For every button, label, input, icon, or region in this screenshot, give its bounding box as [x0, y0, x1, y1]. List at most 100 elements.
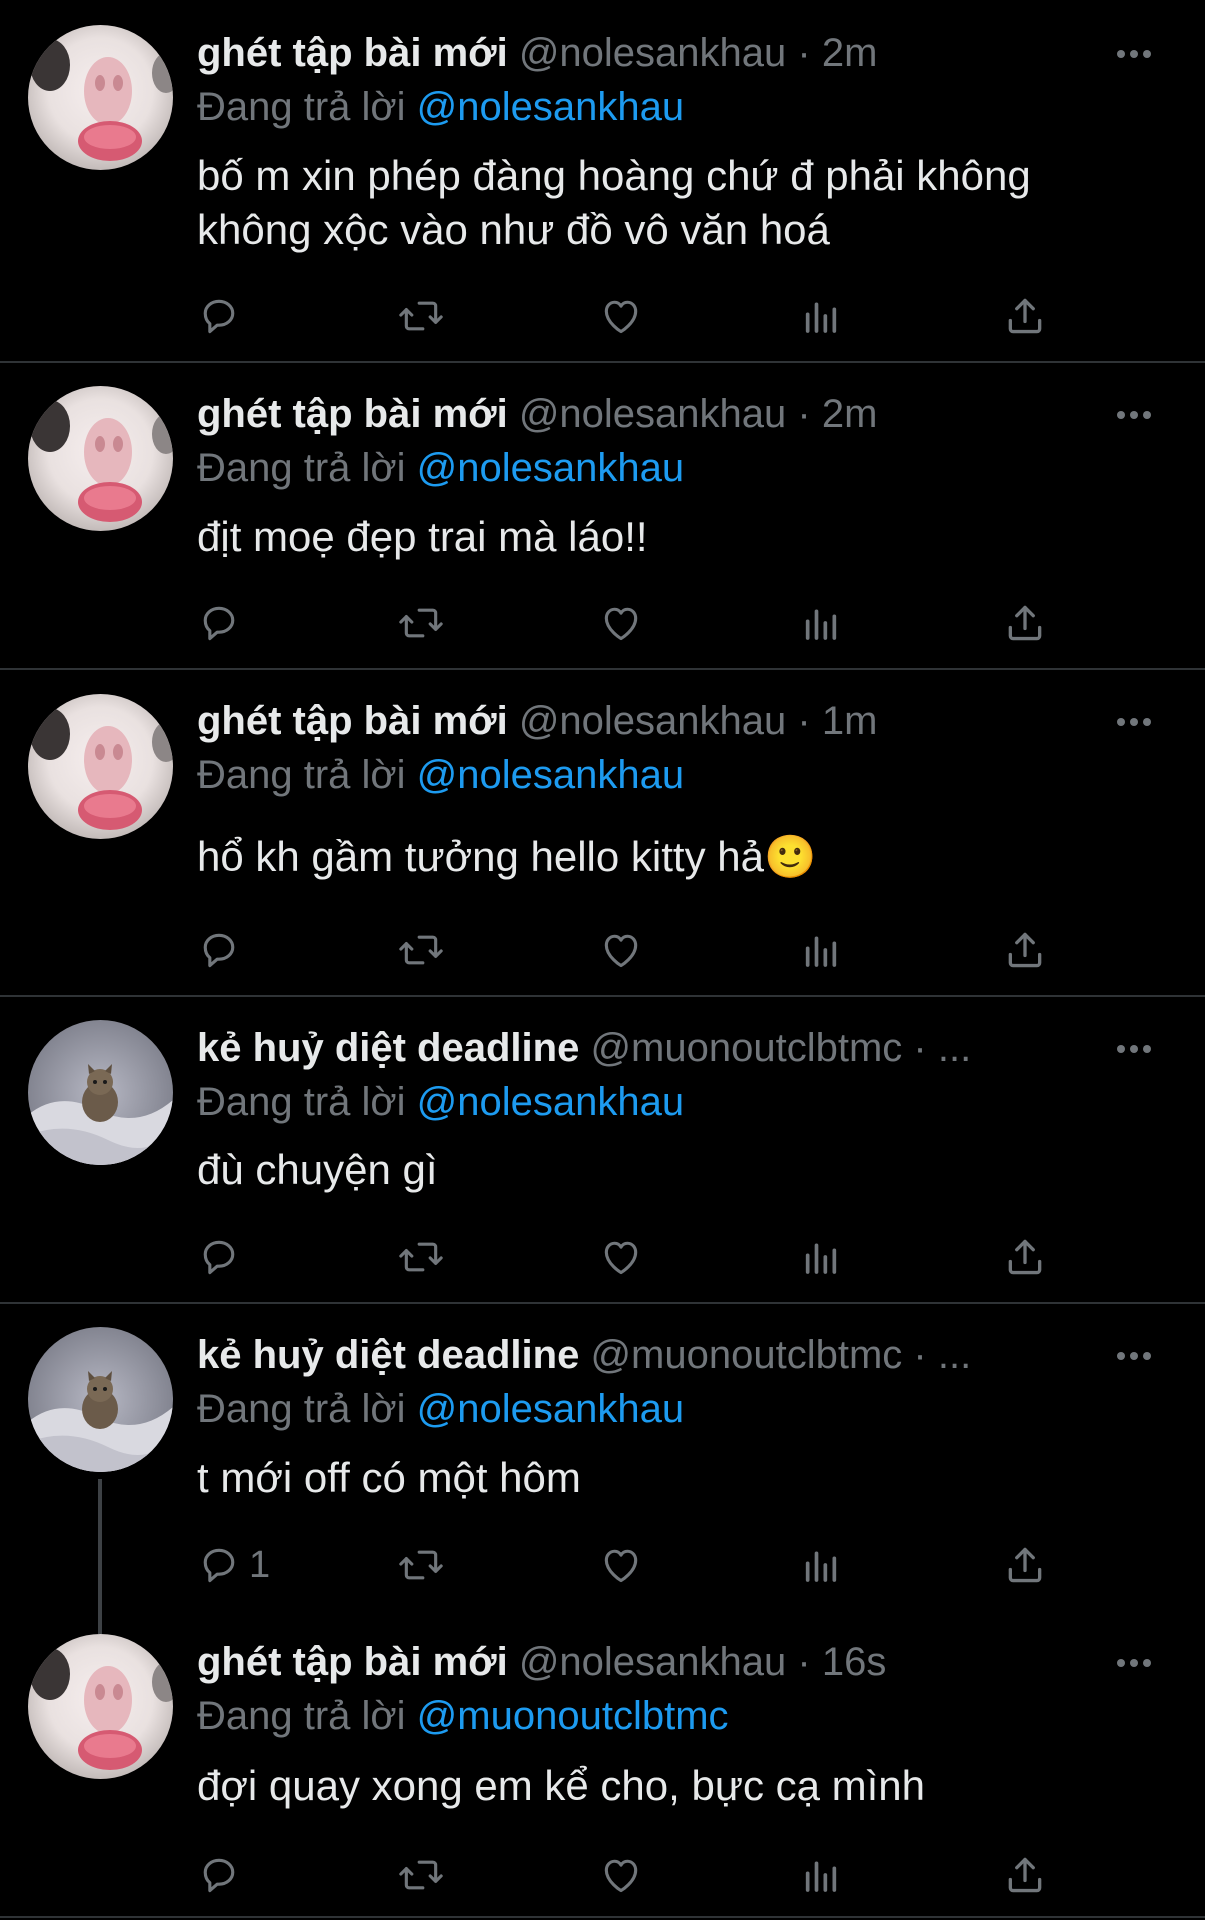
- views-icon: [805, 936, 837, 967]
- display-name[interactable]: ghét tập bài mới: [197, 1640, 508, 1684]
- timestamp[interactable]: 16s: [822, 1640, 887, 1684]
- tweet-item[interactable]: ghét tập bài mới @nolesankhau · 16s Đang…: [0, 1634, 1205, 1920]
- display-name[interactable]: kẻ huỷ diệt deadline: [197, 1026, 579, 1070]
- views-icon: [805, 1551, 837, 1582]
- reply-count: 1: [249, 1543, 271, 1586]
- avatar[interactable]: [28, 1020, 173, 1165]
- retweet-button[interactable]: [397, 288, 445, 344]
- share-button[interactable]: [1003, 595, 1047, 651]
- reply-mention-link[interactable]: @nolesankhau: [417, 1080, 684, 1124]
- like-button[interactable]: [599, 1847, 643, 1903]
- replying-to: Đang trả lời @nolesankhau: [197, 441, 1145, 495]
- user-handle[interactable]: @nolesankhau: [519, 392, 786, 436]
- views-button[interactable]: [801, 1537, 841, 1593]
- timestamp[interactable]: ...: [938, 1026, 971, 1070]
- share-button[interactable]: [1003, 1537, 1047, 1593]
- separator-dot: ·: [913, 1026, 927, 1070]
- more-options-button[interactable]: [1109, 702, 1159, 742]
- views-button[interactable]: [801, 595, 841, 651]
- display-name[interactable]: ghét tập bài mới: [197, 31, 508, 75]
- retweet-button[interactable]: [397, 1229, 445, 1285]
- views-button[interactable]: [801, 288, 841, 344]
- tweet-item[interactable]: ghét tập bài mới @nolesankhau · 1m Đang …: [0, 670, 1205, 995]
- more-options-button[interactable]: [1109, 1643, 1159, 1683]
- timestamp[interactable]: 2m: [822, 31, 878, 75]
- replying-to: Đang trả lời @nolesankhau: [197, 1382, 1145, 1436]
- avatar[interactable]: [28, 694, 173, 839]
- user-handle[interactable]: @muonoutclbtmc: [590, 1333, 902, 1377]
- avatar[interactable]: [28, 25, 173, 170]
- avatar-sheep-image: [28, 25, 173, 170]
- more-options-button[interactable]: [1109, 1336, 1159, 1376]
- timestamp[interactable]: ...: [938, 1333, 971, 1377]
- display-name[interactable]: ghét tập bài mới: [197, 392, 508, 436]
- like-button[interactable]: [599, 1229, 643, 1285]
- share-button[interactable]: [1003, 1847, 1047, 1903]
- replying-to: Đang trả lời @nolesankhau: [197, 80, 1145, 134]
- more-options-button[interactable]: [1109, 34, 1159, 74]
- avatar[interactable]: [28, 386, 173, 531]
- share-button[interactable]: [1003, 1229, 1047, 1285]
- retweet-icon: [399, 301, 443, 331]
- reply-mention-link[interactable]: @nolesankhau: [417, 85, 684, 129]
- user-handle[interactable]: @nolesankhau: [519, 31, 786, 75]
- avatar[interactable]: [28, 1327, 173, 1472]
- user-handle[interactable]: @nolesankhau: [519, 699, 786, 743]
- avatar-cat-image: [28, 1327, 173, 1472]
- tweet-text: đợi quay xong em kể cho, bực cạ mình: [197, 1762, 926, 1809]
- reply-icon: [203, 933, 235, 968]
- avatar-sheep-image: [28, 386, 173, 531]
- share-button[interactable]: [1003, 288, 1047, 344]
- user-handle[interactable]: @nolesankhau: [519, 1640, 786, 1684]
- like-button[interactable]: [599, 1537, 643, 1593]
- share-icon: [1008, 605, 1042, 641]
- reply-icon: [203, 299, 235, 334]
- views-button[interactable]: [801, 1847, 841, 1903]
- separator-dot: ·: [797, 1640, 811, 1684]
- reply-mention-link[interactable]: @nolesankhau: [417, 1387, 684, 1431]
- retweet-button[interactable]: [397, 595, 445, 651]
- views-button[interactable]: [801, 1229, 841, 1285]
- tweet-actions: [197, 922, 1057, 978]
- avatar[interactable]: [28, 1634, 173, 1779]
- like-button[interactable]: [599, 288, 643, 344]
- timestamp[interactable]: 2m: [822, 392, 878, 436]
- tweet-text: bố m xin phép đàng hoàng chứ đ phải khôn…: [197, 152, 1031, 253]
- timestamp[interactable]: 1m: [822, 699, 878, 743]
- reply-button[interactable]: [197, 922, 249, 978]
- share-button[interactable]: [1003, 922, 1047, 978]
- more-horizontal-icon: [1117, 1659, 1151, 1667]
- retweet-icon: [399, 935, 443, 965]
- reply-button[interactable]: [197, 595, 249, 651]
- display-name[interactable]: ghét tập bài mới: [197, 699, 508, 743]
- like-button[interactable]: [599, 922, 643, 978]
- reply-mention-link[interactable]: @muonoutclbtmc: [417, 1694, 729, 1738]
- replying-to-label: Đang trả lời: [197, 85, 406, 129]
- user-handle[interactable]: @muonoutclbtmc: [590, 1026, 902, 1070]
- tweet-item[interactable]: kẻ huỷ diệt deadline @muonoutclbtmc · ..…: [0, 1304, 1205, 1634]
- reply-button[interactable]: [197, 1847, 249, 1903]
- tweet-item[interactable]: kẻ huỷ diệt deadline @muonoutclbtmc · ..…: [0, 997, 1205, 1302]
- retweet-icon: [399, 1550, 443, 1580]
- reply-mention-link[interactable]: @nolesankhau: [417, 753, 684, 797]
- views-icon: [805, 302, 837, 333]
- tweet-item[interactable]: ghét tập bài mới @nolesankhau · 2m Đang …: [0, 363, 1205, 668]
- retweet-icon: [399, 608, 443, 638]
- avatar-sheep-image: [28, 694, 173, 839]
- reply-button[interactable]: 1: [197, 1537, 270, 1593]
- tweet-item[interactable]: ghét tập bài mới @nolesankhau · 2m Đang …: [0, 0, 1205, 362]
- more-horizontal-icon: [1117, 1352, 1151, 1360]
- display-name[interactable]: kẻ huỷ diệt deadline: [197, 1333, 579, 1377]
- reply-button[interactable]: [197, 288, 249, 344]
- like-button[interactable]: [599, 595, 643, 651]
- retweet-button[interactable]: [397, 1847, 445, 1903]
- views-button[interactable]: [801, 922, 841, 978]
- share-icon: [1008, 1547, 1042, 1583]
- retweet-button[interactable]: [397, 1537, 445, 1593]
- more-options-button[interactable]: [1109, 1029, 1159, 1069]
- more-horizontal-icon: [1117, 411, 1151, 419]
- more-options-button[interactable]: [1109, 395, 1159, 435]
- retweet-button[interactable]: [397, 922, 445, 978]
- reply-mention-link[interactable]: @nolesankhau: [417, 446, 684, 490]
- reply-button[interactable]: [197, 1229, 249, 1285]
